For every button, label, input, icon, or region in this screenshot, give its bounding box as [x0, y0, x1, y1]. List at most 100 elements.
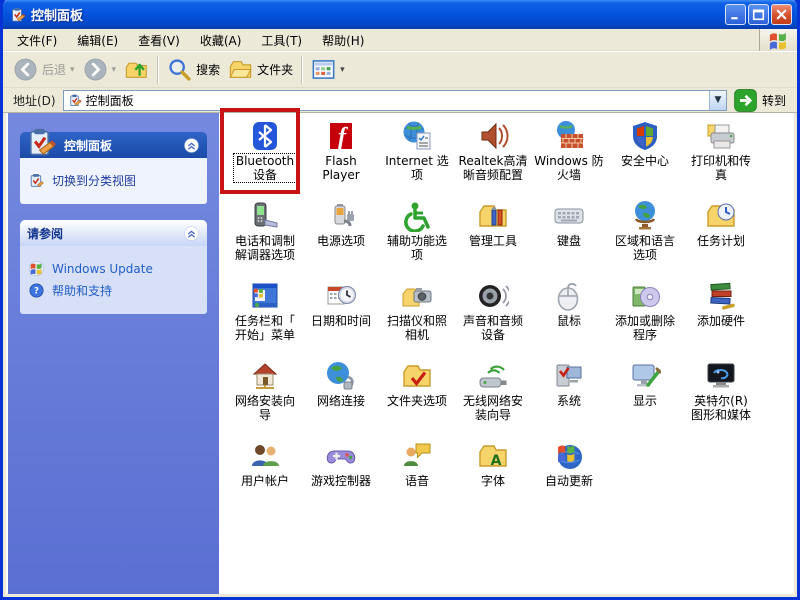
control-panel-item-fonts[interactable]: A 字体 — [455, 435, 531, 515]
control-panel-item-wireless-network-wizard[interactable]: 无线网络安 装向导 — [455, 355, 531, 435]
system-icon — [553, 360, 585, 392]
control-panel-item-bluetooth[interactable]: Bluetooth 设备 — [227, 115, 303, 195]
control-panel-item-printers-faxes[interactable]: 打印机和传 真 — [683, 115, 759, 195]
control-panel-item-flash-player[interactable]: f Flash Player — [303, 115, 379, 195]
item-label: 电话和调制 解调器选项 — [234, 234, 295, 262]
search-icon — [167, 57, 192, 82]
control-panel-item-mouse[interactable]: 鼠标 — [531, 275, 607, 355]
item-label: 文件夹选项 — [386, 394, 447, 408]
control-panel-item-speech[interactable]: 语音 — [379, 435, 455, 515]
speech-icon — [401, 440, 433, 472]
panel-body: Windows Update ? 帮助和支持 — [20, 246, 207, 314]
control-panel-item-intel-graphics[interactable]: 英特尔(R) 图形和媒体 — [683, 355, 759, 435]
control-panel-item-scanners-cameras[interactable]: 扫描仪和照 相机 — [379, 275, 455, 355]
views-button[interactable]: ▾ — [307, 55, 349, 84]
chevron-up-icon[interactable] — [183, 137, 200, 154]
back-dropdown-icon[interactable]: ▾ — [70, 65, 75, 75]
control-panel-item-automatic-updates[interactable]: 自动更新 — [531, 435, 607, 515]
control-panel-item-add-hardware[interactable]: 添加硬件 — [683, 275, 759, 355]
control-panel-item-regional-language[interactable]: 区域和语言 选项 — [607, 195, 683, 275]
folders-button[interactable]: 文件夹 — [224, 55, 297, 84]
svg-text:A: A — [491, 453, 502, 469]
control-panel-item-realtek-audio[interactable]: Realtek高清 晰音频配置 — [455, 115, 531, 195]
menu-item[interactable]: 帮助(H) — [312, 31, 374, 51]
svg-text:?: ? — [34, 286, 39, 296]
control-panel-item-sounds-audio[interactable]: 声音和音频 设备 — [455, 275, 531, 355]
control-panel-item-network-connections[interactable]: 网络连接 — [303, 355, 379, 435]
item-label: 英特尔(R) 图形和媒体 — [690, 394, 751, 422]
control-panel-item-power-options[interactable]: 电源选项 — [303, 195, 379, 275]
sidebar-item-switch-view[interactable]: 切换到分类视图 — [28, 172, 199, 189]
chevron-up-icon[interactable] — [183, 225, 200, 242]
control-panel-item-date-time[interactable]: 日期和时间 — [303, 275, 379, 355]
item-label: 自动更新 — [544, 474, 593, 488]
item-label: 键盘 — [556, 234, 581, 248]
back-icon — [13, 57, 38, 82]
control-panel-item-scheduled-tasks[interactable]: 任务计划 — [683, 195, 759, 275]
address-input[interactable]: 控制面板 ▼ — [62, 89, 727, 111]
control-panel-item-folder-options[interactable]: 文件夹选项 — [379, 355, 455, 435]
item-label: Realtek高清 晰音频配置 — [458, 154, 528, 182]
sidebar-panel: 请参阅 Windows Update ? 帮助和支持 — [20, 220, 207, 314]
sidebar-item-help[interactable]: ? 帮助和支持 — [28, 282, 199, 299]
back-button[interactable]: 后退 ▾ — [9, 55, 79, 84]
security-center-icon — [629, 120, 661, 152]
search-button[interactable]: 搜索 — [163, 55, 224, 84]
control-panel-item-accessibility[interactable]: 辅助功能选 项 — [379, 195, 455, 275]
control-panel-item-game-controllers[interactable]: 游戏控制器 — [303, 435, 379, 515]
control-panel-grid: Bluetooth 设备 f Flash Player Internet 选 项 Rea… — [227, 115, 759, 515]
printers-faxes-icon — [705, 120, 737, 152]
menu-item[interactable]: 收藏(A) — [190, 31, 252, 51]
item-label: 语音 — [404, 474, 429, 488]
forward-button[interactable]: ▾ — [79, 55, 121, 84]
control-panel-item-admin-tools[interactable]: 管理工具 — [455, 195, 531, 275]
maximize-button[interactable] — [748, 4, 769, 25]
item-label: 任务栏和「 开始」菜单 — [234, 314, 295, 342]
control-panel-item-system[interactable]: 系统 — [531, 355, 607, 435]
toolbar-separator — [301, 55, 304, 84]
help-icon: ? — [28, 282, 45, 299]
control-panel-item-internet-options[interactable]: Internet 选 项 — [379, 115, 455, 195]
panel-header[interactable]: 控制面板 — [20, 128, 207, 158]
go-label: 转到 — [761, 93, 786, 108]
window-title: 控制面板 — [31, 9, 84, 24]
panel-header[interactable]: 请参阅 — [20, 220, 207, 246]
control-panel-item-security-center[interactable]: 安全中心 — [607, 115, 683, 195]
item-label: Internet 选 项 — [385, 154, 449, 182]
minimize-button[interactable] — [725, 4, 746, 25]
sounds-audio-icon — [477, 280, 509, 312]
folders-label: 文件夹 — [257, 63, 294, 77]
address-bar: 地址(D) 控制面板 ▼ 转到 — [3, 88, 797, 113]
panel-title: 控制面板 — [64, 138, 113, 153]
sidebar-item-label: 切换到分类视图 — [52, 174, 137, 188]
realtek-audio-icon — [477, 120, 509, 152]
forward-dropdown-icon[interactable]: ▾ — [112, 65, 117, 75]
icons-area: Bluetooth 设备 f Flash Player Internet 选 项 Rea… — [219, 113, 794, 594]
close-button[interactable] — [771, 4, 792, 25]
automatic-updates-icon — [553, 440, 585, 472]
control-panel-item-network-setup-wizard[interactable]: 网络安装向 导 — [227, 355, 303, 435]
control-panel-item-windows-firewall[interactable]: Windows 防 火墙 — [531, 115, 607, 195]
item-label: 电源选项 — [316, 234, 365, 248]
menu-item[interactable]: 编辑(E) — [67, 31, 128, 51]
control-panel-item-phone-modem[interactable]: 电话和调制 解调器选项 — [227, 195, 303, 275]
control-panel-item-keyboard[interactable]: 键盘 — [531, 195, 607, 275]
address-dropdown-button[interactable]: ▼ — [708, 90, 726, 110]
sidebar-item-windows-update[interactable]: Windows Update — [28, 260, 199, 277]
sidebar-item-label: Windows Update — [52, 261, 153, 276]
views-dropdown-icon[interactable]: ▾ — [340, 65, 345, 75]
window-icon — [8, 6, 26, 24]
up-button[interactable] — [120, 55, 153, 84]
menu-item[interactable]: 查看(V) — [128, 31, 190, 51]
menu-item[interactable]: 工具(T) — [251, 31, 312, 51]
control-panel-item-add-remove-programs[interactable]: 添加或删除 程序 — [607, 275, 683, 355]
go-button[interactable]: 转到 — [727, 88, 794, 113]
control-panel-item-display[interactable]: 显示 — [607, 355, 683, 435]
item-label: 任务计划 — [696, 234, 745, 248]
item-label: 用户帐户 — [240, 474, 289, 488]
menu-item[interactable]: 文件(F) — [7, 31, 67, 51]
item-label: 网络安装向 导 — [234, 394, 295, 422]
control-panel-item-taskbar-startmenu[interactable]: 任务栏和「 开始」菜单 — [227, 275, 303, 355]
go-icon — [733, 88, 758, 113]
control-panel-item-user-accounts[interactable]: 用户帐户 — [227, 435, 303, 515]
